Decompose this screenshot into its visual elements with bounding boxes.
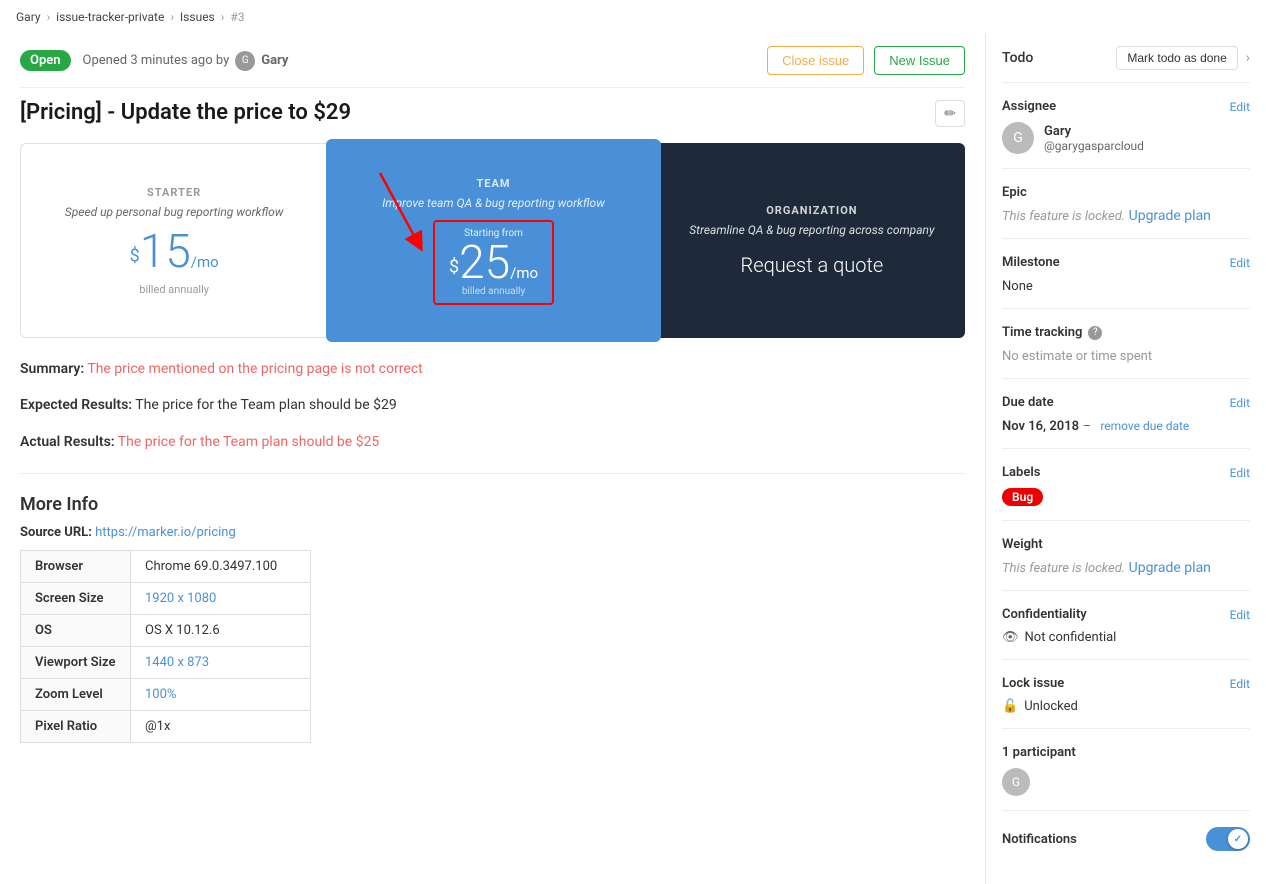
- notifications-toggle[interactable]: ✓: [1206, 827, 1250, 851]
- org-plan-name: ORGANIZATION: [766, 204, 857, 217]
- sidebar: Todo Mark todo as done › Assignee Edit G…: [986, 34, 1266, 884]
- table-row: BrowserChrome 69.0.3497.100: [21, 551, 311, 583]
- actual-paragraph: Actual Results: The price for the Team p…: [20, 431, 965, 453]
- author-avatar: G: [235, 51, 255, 71]
- assignee-avatar: G: [1002, 122, 1034, 154]
- assignee-name: Gary: [1044, 124, 1144, 139]
- lock-icon: 🔓: [1002, 699, 1018, 714]
- weight-upgrade-link[interactable]: Upgrade plan: [1129, 560, 1211, 576]
- label-bug-badge: Bug: [1002, 488, 1043, 506]
- assignee-section: Assignee Edit G Gary @garygasparcloud: [1002, 99, 1250, 169]
- more-info-section: More Info Source URL: https://marker.io/…: [20, 494, 965, 743]
- epic-upgrade-link[interactable]: Upgrade plan: [1129, 208, 1211, 224]
- notifications-section: Notifications ✓: [1002, 827, 1250, 851]
- due-date-title: Due date: [1002, 395, 1054, 410]
- epic-locked-text: This feature is locked.: [1002, 209, 1125, 224]
- content-area: Open Opened 3 minutes ago by G Gary Clos…: [0, 34, 986, 884]
- milestone-section: Milestone Edit None: [1002, 255, 1250, 309]
- summary-paragraph: Summary: The price mentioned on the pric…: [20, 358, 965, 380]
- confidentiality-section: Confidentiality Edit 👁 Not confidential: [1002, 607, 1250, 660]
- table-row: Zoom Level100%: [21, 679, 311, 711]
- assignee-info: G Gary @garygasparcloud: [1002, 122, 1250, 154]
- expected-paragraph: Expected Results: The price for the Team…: [20, 394, 965, 416]
- more-info-title: More Info: [20, 494, 965, 515]
- source-url-link[interactable]: https://marker.io/pricing: [95, 525, 236, 540]
- opened-text: Opened 3 minutes ago by G Gary: [83, 51, 289, 71]
- breadcrumb-issue-number: #3: [230, 10, 244, 24]
- confidentiality-value: Not confidential: [1025, 630, 1117, 645]
- weight-title: Weight: [1002, 537, 1043, 552]
- close-issue-button[interactable]: Close issue: [767, 46, 864, 75]
- issue-header: Open Opened 3 minutes ago by G Gary Clos…: [20, 34, 965, 88]
- table-row: Pixel Ratio@1x: [21, 711, 311, 743]
- weight-section: Weight This feature is locked. Upgrade p…: [1002, 537, 1250, 591]
- weight-locked-text: This feature is locked.: [1002, 561, 1125, 576]
- participants-section: 1 participant G: [1002, 745, 1250, 811]
- epic-section: Epic This feature is locked. Upgrade pla…: [1002, 185, 1250, 239]
- milestone-edit-link[interactable]: Edit: [1230, 256, 1250, 270]
- due-date-value: Nov 16, 2018: [1002, 419, 1079, 434]
- assignee-title: Assignee: [1002, 99, 1056, 114]
- divider: [20, 473, 965, 474]
- table-row: OSOS X 10.12.6: [21, 615, 311, 647]
- team-billed: billed annually: [449, 286, 538, 297]
- author-name: Gary: [261, 53, 288, 68]
- starter-billed: billed annually: [139, 283, 209, 296]
- labels-title: Labels: [1002, 465, 1040, 480]
- issue-title: [Pricing] - Update the price to $29: [20, 100, 925, 125]
- breadcrumb-repo[interactable]: issue-tracker-private: [56, 10, 164, 24]
- lock-section: Lock issue Edit 🔓 Unlocked: [1002, 676, 1250, 729]
- new-issue-button[interactable]: New Issue: [874, 46, 965, 75]
- breadcrumb: Gary › issue-tracker-private › Issues › …: [0, 0, 1266, 34]
- labels-section: Labels Edit Bug: [1002, 465, 1250, 521]
- issue-body: Summary: The price mentioned on the pric…: [20, 358, 965, 453]
- epic-title: Epic: [1002, 185, 1027, 200]
- lock-value: Unlocked: [1024, 699, 1078, 714]
- labels-edit-link[interactable]: Edit: [1230, 466, 1250, 480]
- status-badge: Open: [20, 50, 71, 71]
- mark-done-button[interactable]: Mark todo as done: [1116, 46, 1237, 70]
- assignee-handle: @garygasparcloud: [1044, 139, 1144, 153]
- time-tracking-title: Time tracking: [1002, 325, 1082, 340]
- breadcrumb-issues[interactable]: Issues: [180, 10, 215, 24]
- edit-title-button[interactable]: ✏: [935, 100, 965, 127]
- time-tracking-section: Time tracking ? No estimate or time spen…: [1002, 325, 1250, 379]
- time-tracking-value: No estimate or time spent: [1002, 349, 1152, 364]
- remove-due-date-link[interactable]: remove due date: [1100, 419, 1189, 433]
- org-quote: Request a quote: [741, 253, 884, 277]
- team-plan: TEAM Improve team QA & bug reporting wor…: [326, 139, 660, 342]
- issue-title-row: [Pricing] - Update the price to $29 ✏: [20, 100, 965, 127]
- breadcrumb-gary[interactable]: Gary: [16, 10, 41, 24]
- lock-title: Lock issue: [1002, 676, 1064, 691]
- chevron-right-icon: ›: [1246, 50, 1250, 66]
- due-date-section: Due date Edit Nov 16, 2018 – remove due …: [1002, 395, 1250, 449]
- source-url-row: Source URL: https://marker.io/pricing: [20, 525, 965, 540]
- milestone-value: None: [1002, 279, 1033, 294]
- starter-plan-desc: Speed up personal bug reporting workflow: [65, 205, 284, 219]
- milestone-title: Milestone: [1002, 255, 1060, 270]
- table-row: Viewport Size1440 x 873: [21, 647, 311, 679]
- confidentiality-title: Confidentiality: [1002, 607, 1087, 622]
- todo-label: Todo: [1002, 50, 1033, 66]
- due-date-edit-link[interactable]: Edit: [1230, 396, 1250, 410]
- eye-icon: 👁: [1002, 630, 1019, 645]
- pricing-image: STARTER Speed up personal bug reporting …: [20, 143, 965, 338]
- team-plan-name: TEAM: [476, 177, 510, 190]
- table-row: Screen Size1920 x 1080: [21, 583, 311, 615]
- todo-section: Todo Mark todo as done ›: [1002, 46, 1250, 83]
- info-table: BrowserChrome 69.0.3497.100Screen Size19…: [20, 550, 311, 743]
- help-icon[interactable]: ?: [1088, 326, 1102, 340]
- confidentiality-edit-link[interactable]: Edit: [1230, 608, 1250, 622]
- lock-edit-link[interactable]: Edit: [1230, 677, 1250, 691]
- participant-avatar: G: [1002, 768, 1030, 796]
- participants-title: 1 participant: [1002, 745, 1250, 760]
- team-plan-desc: Improve team QA & bug reporting workflow: [382, 196, 605, 210]
- starter-plan: STARTER Speed up personal bug reporting …: [20, 143, 328, 338]
- org-plan: ORGANIZATION Streamline QA & bug reporti…: [659, 143, 965, 338]
- toggle-knob: ✓: [1228, 829, 1248, 849]
- assignee-edit-link[interactable]: Edit: [1230, 100, 1250, 114]
- notifications-label: Notifications: [1002, 832, 1077, 847]
- org-plan-desc: Streamline QA & bug reporting across com…: [689, 223, 934, 237]
- starter-plan-name: STARTER: [147, 186, 201, 199]
